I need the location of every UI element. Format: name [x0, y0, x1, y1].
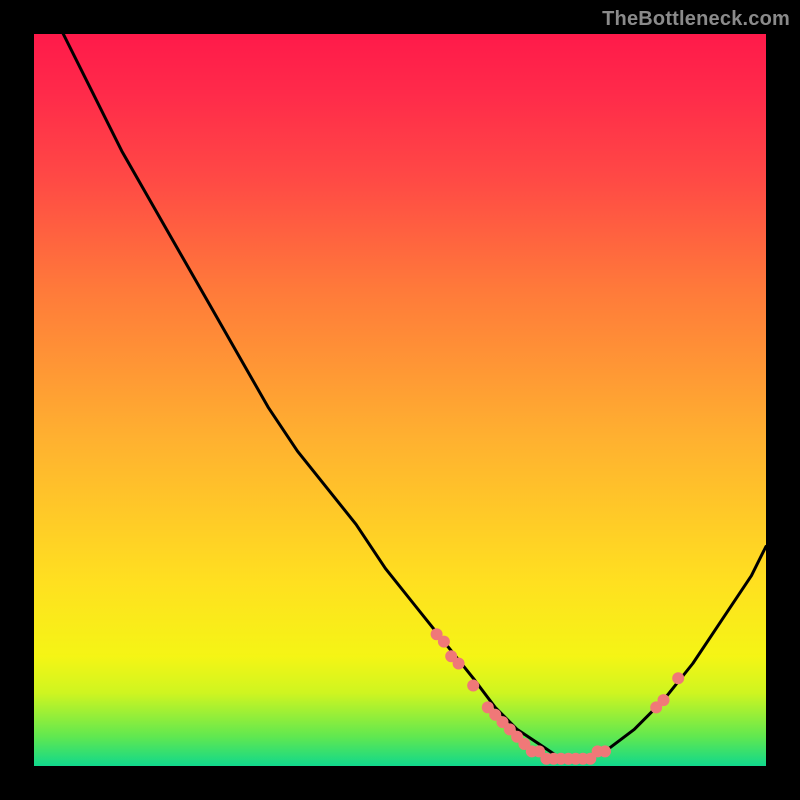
data-marker	[599, 745, 611, 757]
data-marker	[453, 658, 465, 670]
curve-layer	[34, 34, 766, 766]
chart-container: TheBottleneck.com	[0, 0, 800, 800]
data-marker	[658, 694, 670, 706]
data-marker	[467, 680, 479, 692]
data-marker	[672, 672, 684, 684]
watermark-text: TheBottleneck.com	[602, 8, 790, 31]
plot-area	[34, 34, 766, 766]
bottleneck-curve	[34, 34, 766, 759]
data-marker	[438, 636, 450, 648]
